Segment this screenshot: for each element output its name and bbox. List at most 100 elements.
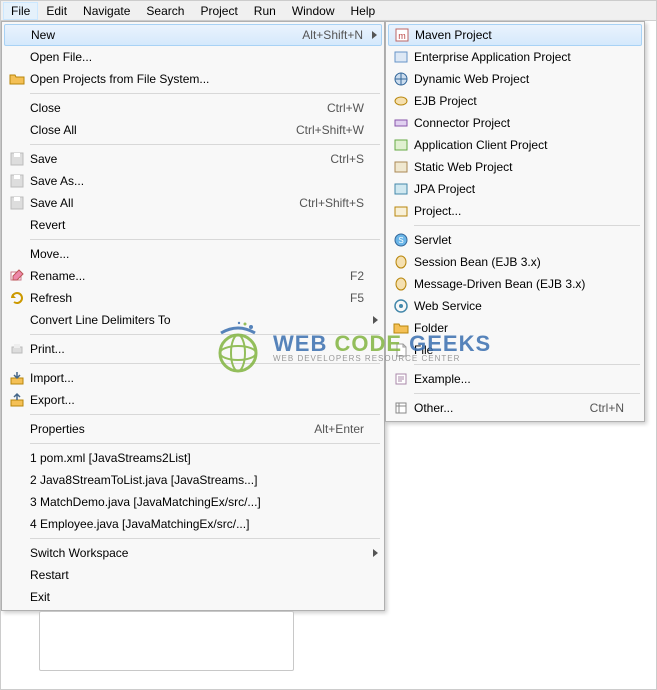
file-menu-item-2-java8streamtolist-java-javastreams[interactable]: 2 Java8StreamToList.java [JavaStreams...…: [4, 469, 382, 491]
menu-item-label: Refresh: [30, 291, 330, 305]
menu-separator: [30, 443, 380, 444]
file-menu-item-refresh[interactable]: RefreshF5: [4, 287, 382, 309]
new-menu-item-message-driven-bean-ejb-3-x[interactable]: Message-Driven Bean (EJB 3.x): [388, 273, 642, 295]
menu-item-label: Restart: [30, 568, 364, 582]
file-menu-item-close-all[interactable]: Close All Ctrl+Shift+W: [4, 119, 382, 141]
new-menu-item-project[interactable]: Project...: [388, 200, 642, 222]
menu-item-label: Switch Workspace: [30, 546, 364, 560]
new-menu-item-dynamic-web-project[interactable]: Dynamic Web Project: [388, 68, 642, 90]
file-menu-item-import[interactable]: Import...: [4, 367, 382, 389]
file-menu-item-properties[interactable]: Properties Alt+Enter: [4, 418, 382, 440]
appclient-icon: [388, 137, 414, 153]
menu-item-label: Static Web Project: [414, 160, 624, 174]
svg-text:m: m: [398, 31, 406, 41]
menu-item-label: Open File...: [30, 50, 364, 64]
menu-item-label: Exit: [30, 590, 364, 604]
new-menu-item-servlet[interactable]: SServlet: [388, 229, 642, 251]
menubar-item-navigate[interactable]: Navigate: [75, 2, 138, 20]
submenu-arrow-icon: [373, 316, 378, 324]
menubar-item-edit[interactable]: Edit: [38, 2, 75, 20]
new-menu-item-web-service[interactable]: Web Service: [388, 295, 642, 317]
svg-text:S: S: [398, 236, 403, 245]
new-menu-item-session-bean-ejb-3-x[interactable]: Session Bean (EJB 3.x): [388, 251, 642, 273]
menu-item-label: Save As...: [30, 174, 364, 188]
menu-separator: [30, 144, 380, 145]
menu-separator: [414, 225, 640, 226]
new-menu-item-ejb-project[interactable]: EJB Project: [388, 90, 642, 112]
export-icon: [4, 392, 30, 408]
menu-item-label: Rename...: [30, 269, 330, 283]
file-menu-item-open-projects-from-file-system[interactable]: Open Projects from File System...: [4, 68, 382, 90]
menu-item-shortcut: F2: [350, 269, 364, 283]
staticweb-icon: [388, 159, 414, 175]
file-menu-item-export[interactable]: Export...: [4, 389, 382, 411]
new-menu-item-folder[interactable]: Folder: [388, 317, 642, 339]
file-menu-item-save-all[interactable]: Save AllCtrl+Shift+S: [4, 192, 382, 214]
new-menu-item-connector-project[interactable]: Connector Project: [388, 112, 642, 134]
project-icon: [388, 203, 414, 219]
menubar-item-project[interactable]: Project: [192, 2, 245, 20]
file-menu-item-1-pom-xml-javastreams2list[interactable]: 1 pom.xml [JavaStreams2List]: [4, 447, 382, 469]
menu-item-label: 3 MatchDemo.java [JavaMatchingEx/src/...…: [30, 495, 364, 509]
menu-item-shortcut: Alt+Enter: [314, 422, 364, 436]
menu-item-label: Save: [30, 152, 310, 166]
print-disabled-icon: [4, 341, 30, 357]
menu-item-label: Open Projects from File System...: [30, 72, 364, 86]
save-disabled-icon: [4, 173, 30, 189]
file-menu-item-exit[interactable]: Exit: [4, 586, 382, 608]
file-menu-item-switch-workspace[interactable]: Switch Workspace: [4, 542, 382, 564]
new-menu-item-enterprise-application-project[interactable]: Enterprise Application Project: [388, 46, 642, 68]
menubar-item-file[interactable]: File: [3, 2, 38, 20]
file-menu-item-new[interactable]: NewAlt+Shift+N: [4, 24, 382, 46]
ejb-icon: [388, 93, 414, 109]
menu-separator: [30, 363, 380, 364]
menu-item-label: 2 Java8StreamToList.java [JavaStreams...…: [30, 473, 364, 487]
file-menu-item-print[interactable]: Print...: [4, 338, 382, 360]
new-menu-item-maven-project[interactable]: m Maven Project: [388, 24, 642, 46]
file-menu-item-restart[interactable]: Restart: [4, 564, 382, 586]
file-menu-item-convert-line-delimiters-to[interactable]: Convert Line Delimiters To: [4, 309, 382, 331]
rename-icon: [4, 268, 30, 284]
menu-item-label: 1 pom.xml [JavaStreams2List]: [30, 451, 364, 465]
menu-item-shortcut: Ctrl+W: [327, 101, 364, 115]
menu-item-label: Maven Project: [415, 28, 623, 42]
menu-item-shortcut: Ctrl+N: [590, 401, 624, 415]
new-menu-item-example[interactable]: Example...: [388, 368, 642, 390]
new-menu-item-static-web-project[interactable]: Static Web Project: [388, 156, 642, 178]
menu-item-shortcut: Ctrl+Shift+W: [296, 123, 364, 137]
file-menu-item-close[interactable]: CloseCtrl+W: [4, 97, 382, 119]
file-menu-item-revert[interactable]: Revert: [4, 214, 382, 236]
new-menu-item-application-client-project[interactable]: Application Client Project: [388, 134, 642, 156]
file-menu-item-save[interactable]: SaveCtrl+S: [4, 148, 382, 170]
menubar-item-help[interactable]: Help: [343, 2, 384, 20]
menu-item-label: Close All: [30, 123, 276, 137]
file-menu-item-3-matchdemo-java-javamatchingex-src[interactable]: 3 MatchDemo.java [JavaMatchingEx/src/...…: [4, 491, 382, 513]
file-menu-item-4-employee-java-javamatchingex-src[interactable]: 4 Employee.java [JavaMatchingEx/src/...]: [4, 513, 382, 535]
menu-item-label: Project...: [414, 204, 624, 218]
new-menu-item-file[interactable]: File: [388, 339, 642, 361]
file-menu: NewAlt+Shift+N Open File... Open Projects …: [1, 21, 385, 611]
menubar-item-search[interactable]: Search: [138, 2, 192, 20]
new-menu-item-jpa-project[interactable]: JPA Project: [388, 178, 642, 200]
menu-item-label: Folder: [414, 321, 624, 335]
bean-icon: [388, 276, 414, 292]
new-submenu: m Maven Project Enterprise Application Pro…: [385, 21, 645, 422]
menu-separator: [30, 334, 380, 335]
file-menu-item-save-as[interactable]: Save As...: [4, 170, 382, 192]
menu-item-label: Move...: [30, 247, 364, 261]
menubar: FileEditNavigateSearchProjectRunWindowHe…: [1, 1, 656, 21]
menubar-item-run[interactable]: Run: [246, 2, 284, 20]
file-menu-item-rename[interactable]: Rename... F2: [4, 265, 382, 287]
menu-separator: [414, 364, 640, 365]
menu-item-shortcut: Alt+Shift+N: [302, 28, 363, 42]
menubar-item-window[interactable]: Window: [284, 2, 343, 20]
submenu-arrow-icon: [373, 549, 378, 557]
menu-item-label: EJB Project: [414, 94, 624, 108]
file-menu-item-move[interactable]: Move...: [4, 243, 382, 265]
menu-item-label: Web Service: [414, 299, 624, 313]
menu-item-label: Properties: [30, 422, 294, 436]
file-menu-item-open-file[interactable]: Open File...: [4, 46, 382, 68]
menu-item-label: Import...: [30, 371, 364, 385]
new-menu-item-other[interactable]: Other...Ctrl+N: [388, 397, 642, 419]
menu-separator: [414, 393, 640, 394]
